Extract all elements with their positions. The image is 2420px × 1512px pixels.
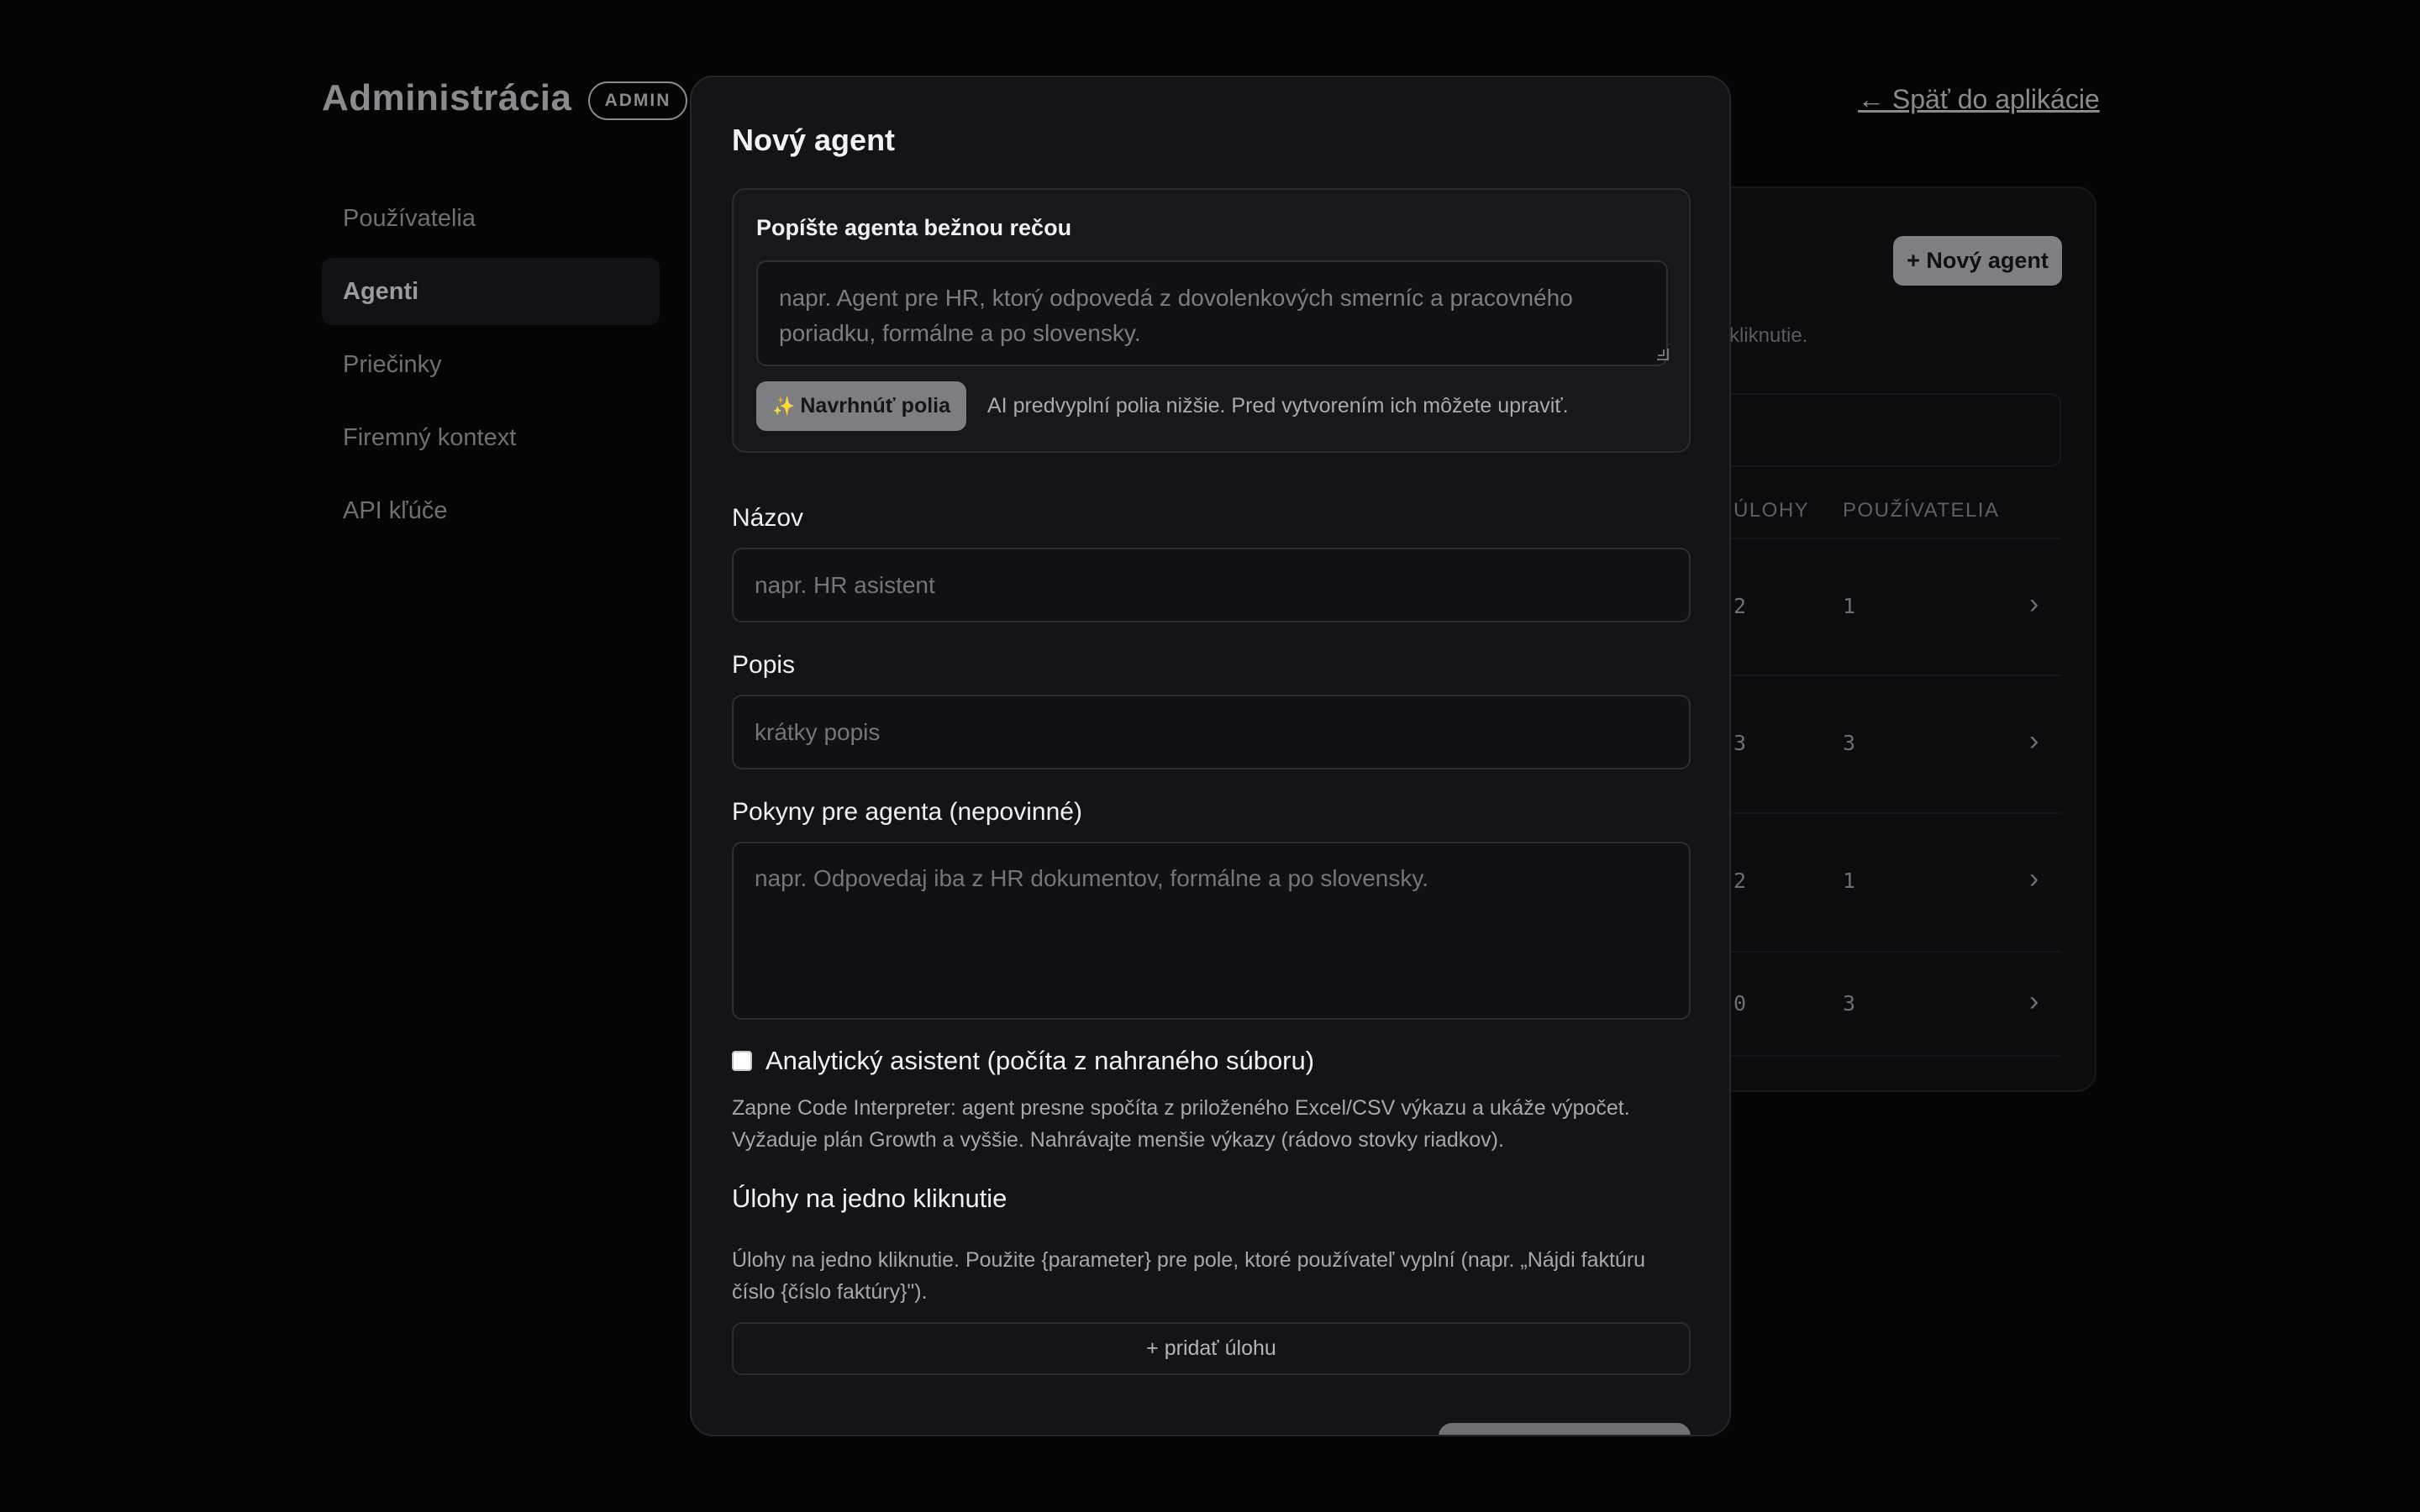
- create-agent-button[interactable]: [1439, 1423, 1691, 1435]
- column-header-tasks: ÚLOHY: [1733, 499, 1810, 522]
- column-header-users: POUŽÍVATELIA: [1843, 499, 2000, 522]
- description-input[interactable]: krátky popis: [732, 695, 1691, 769]
- sparkle-icon: ✨: [771, 395, 796, 417]
- row-2-tasks: 3: [1733, 731, 1747, 755]
- chevron-right-icon[interactable]: ›: [2029, 725, 2039, 758]
- agents-search-input[interactable]: [1714, 393, 2061, 467]
- row-4-tasks: 0: [1733, 991, 1747, 1016]
- sidebar-item-folders[interactable]: Priečinky: [322, 331, 660, 398]
- row-divider: [1714, 812, 2061, 814]
- suggest-fields-label: Navrhnúť polia: [800, 394, 951, 417]
- ai-describe-section: Popíšte agenta bežnou rečou napr. Agent …: [732, 188, 1691, 453]
- ai-describe-label: Popíšte agenta bežnou rečou: [756, 215, 1072, 240]
- chevron-right-icon[interactable]: ›: [2029, 588, 2039, 621]
- modal-title: Nový agent: [732, 123, 896, 157]
- row-4-users: 3: [1843, 991, 1856, 1016]
- row-2-users: 3: [1843, 731, 1856, 755]
- resize-handle-icon[interactable]: [1657, 349, 1672, 364]
- analytics-checkbox-row[interactable]: Analytický asistent (počíta z nahraného …: [732, 1046, 1314, 1076]
- tasks-section-title: Úlohy na jedno kliknutie: [732, 1184, 1007, 1213]
- chevron-right-icon[interactable]: ›: [2029, 863, 2039, 895]
- admin-badge: ADMIN: [588, 81, 687, 120]
- name-label: Názov: [732, 504, 804, 532]
- row-3-tasks: 2: [1733, 869, 1747, 893]
- agents-hint: kliknutie.: [1729, 324, 1808, 347]
- row-divider: [1714, 951, 2061, 953]
- instructions-textarea[interactable]: napr. Odpovedaj iba z HR dokumentov, for…: [732, 842, 1691, 1020]
- add-task-button[interactable]: + pridať úlohu: [732, 1322, 1691, 1375]
- agents-panel: [1714, 186, 2096, 1092]
- page-title: Administrácia: [322, 77, 572, 118]
- sidebar-item-api-keys[interactable]: API kľúče: [322, 477, 660, 544]
- row-1-tasks: 2: [1733, 594, 1747, 618]
- tasks-help-text: Úlohy na jedno kliknutie. Použite {param…: [732, 1248, 1646, 1304]
- suggest-fields-button[interactable]: ✨ Navrhnúť polia: [756, 381, 966, 431]
- row-divider: [1714, 675, 2061, 676]
- new-agent-button[interactable]: + Nový agent: [1893, 236, 2062, 286]
- instructions-label: Pokyny pre agenta (nepovinné): [732, 798, 1082, 826]
- ai-prefill-note: AI predvyplní polia nižšie. Pred vytvore…: [987, 394, 1569, 417]
- sidebar-item-users[interactable]: Používatelia: [322, 185, 660, 252]
- description-label: Popis: [732, 651, 796, 679]
- analytics-help-text: Zapne Code Interpreter: agent presne spo…: [732, 1096, 1630, 1152]
- admin-sidebar: Používatelia Agenti Priečinky Firemný ko…: [322, 185, 660, 550]
- chevron-right-icon[interactable]: ›: [2029, 985, 2039, 1018]
- back-to-app-link[interactable]: ← Späť do aplikácie: [1858, 84, 2100, 115]
- name-input[interactable]: napr. HR asistent: [732, 548, 1691, 622]
- ai-describe-textarea[interactable]: napr. Agent pre HR, ktorý odpovedá z dov…: [756, 260, 1668, 366]
- row-divider: [1714, 538, 2061, 539]
- row-3-users: 1: [1843, 869, 1856, 893]
- new-agent-modal: Nový agent Popíšte agenta bežnou rečou n…: [690, 76, 1731, 1436]
- analytics-checkbox[interactable]: [732, 1051, 752, 1071]
- sidebar-item-company-context[interactable]: Firemný kontext: [322, 404, 660, 471]
- analytics-checkbox-label[interactable]: Analytický asistent (počíta z nahraného …: [765, 1046, 1314, 1076]
- sidebar-item-agents[interactable]: Agenti: [322, 258, 660, 325]
- row-1-users: 1: [1843, 594, 1856, 618]
- row-divider: [1714, 1055, 2061, 1057]
